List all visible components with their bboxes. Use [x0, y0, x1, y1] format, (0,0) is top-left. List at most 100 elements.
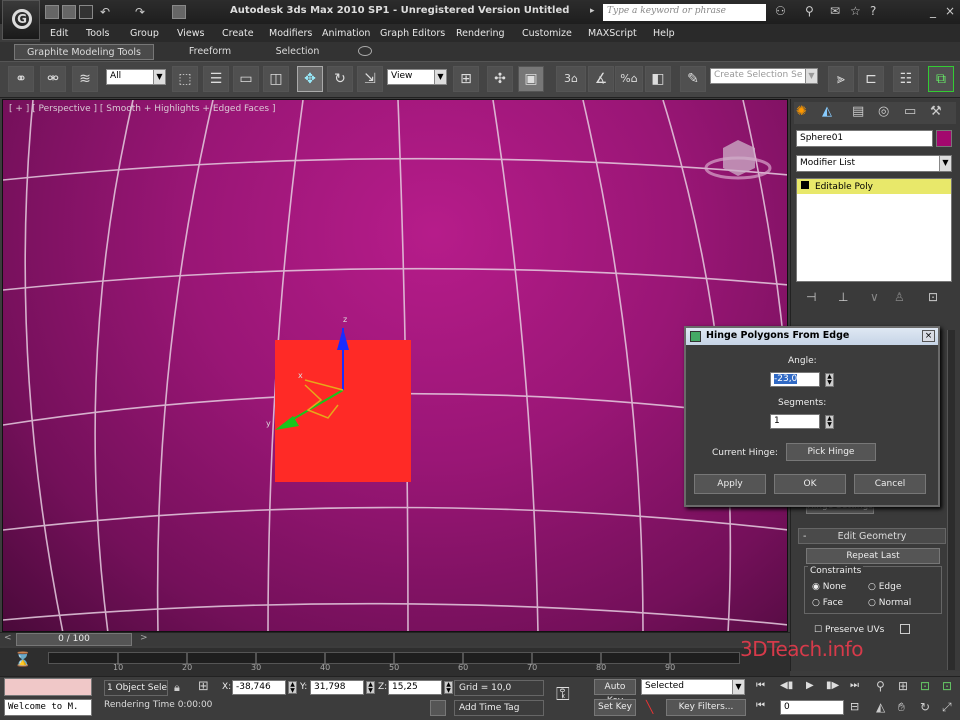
- menu-views[interactable]: Views: [177, 28, 205, 39]
- maximize-viewport-icon[interactable]: ⤢: [942, 700, 952, 715]
- graphite-toggle-icon[interactable]: ⧉: [928, 66, 954, 92]
- repeat-last-button[interactable]: Repeat Last: [806, 548, 940, 564]
- align-icon[interactable]: ⊏: [858, 66, 884, 92]
- key-mode-dropdown[interactable]: Selected ▼: [641, 679, 745, 695]
- layer-manager-icon[interactable]: ☷: [893, 66, 919, 92]
- menu-group[interactable]: Group: [130, 28, 159, 39]
- motion-tab-icon[interactable]: ◎: [878, 104, 889, 119]
- snaps-toggle-icon[interactable]: 3⌂: [556, 66, 586, 92]
- maxscript-mini-listener[interactable]: Welcome to M.: [4, 699, 92, 716]
- segments-spinner[interactable]: ▲ ▼: [825, 415, 834, 429]
- ok-button[interactable]: OK: [774, 474, 846, 494]
- redo-icon[interactable]: ↷: [135, 5, 149, 19]
- time-slider-next-icon[interactable]: >: [140, 633, 148, 643]
- key-filters-button[interactable]: Key Filters...: [666, 699, 746, 716]
- orbit-icon[interactable]: ↻: [920, 700, 930, 714]
- mirror-icon[interactable]: ⫸: [828, 66, 854, 92]
- constraint-normal-radio[interactable]: ○ Normal: [868, 598, 911, 608]
- modifier-list-dropdown[interactable]: Modifier List ▼: [796, 155, 952, 172]
- tab-graphite-modeling-tools[interactable]: Graphite Modeling Tools: [14, 44, 154, 60]
- select-object-icon[interactable]: ⬚: [172, 66, 198, 92]
- apply-button[interactable]: Apply: [694, 474, 766, 494]
- reference-coordinate-dropdown[interactable]: View ▼: [387, 69, 447, 85]
- curve-editor-icon[interactable]: ⌛: [14, 652, 31, 668]
- app-logo-button[interactable]: G: [2, 0, 40, 40]
- menu-edit[interactable]: Edit: [50, 28, 68, 39]
- unlink-icon[interactable]: ⚮: [40, 66, 66, 92]
- menu-customize[interactable]: Customize: [522, 28, 572, 39]
- preserve-uvs-checkbox[interactable]: ☐ Preserve UVs: [814, 625, 884, 635]
- info-center-icon[interactable]: ⚲: [805, 4, 819, 20]
- save-icon[interactable]: [79, 5, 93, 19]
- help-icon[interactable]: ?: [870, 4, 884, 20]
- undo-icon[interactable]: ↶: [100, 5, 114, 19]
- perspective-viewport[interactable]: z x y [ + ] [ Perspective ] [ Smooth + H…: [2, 99, 788, 632]
- open-file-icon[interactable]: [62, 5, 76, 19]
- keyboard-shortcut-override-icon[interactable]: ▣: [518, 66, 544, 92]
- set-key-mode-icon[interactable]: ⚿: [556, 684, 570, 705]
- communication-icon[interactable]: ✉: [830, 4, 844, 20]
- edit-named-selection-icon[interactable]: ✎: [680, 66, 706, 92]
- time-slider-prev-icon[interactable]: <: [4, 633, 12, 643]
- zoom-extents-all-icon[interactable]: ⊡: [942, 679, 952, 693]
- auto-key-button[interactable]: Auto Key: [594, 679, 636, 706]
- command-panel-scrollbar[interactable]: [947, 330, 955, 670]
- z-coord-spinner[interactable]: ▲ ▼: [444, 681, 453, 694]
- pivot-center-icon[interactable]: ⊞: [453, 66, 479, 92]
- x-coord-input[interactable]: -38,746: [232, 680, 286, 695]
- zoom-icon[interactable]: ⚲: [876, 679, 885, 693]
- cancel-button[interactable]: Cancel: [854, 474, 926, 494]
- viewport-label[interactable]: [ + ] [ Perspective ] [ Smooth + Highlig…: [9, 104, 275, 114]
- angle-spinner[interactable]: ▲ ▼: [825, 373, 834, 387]
- select-and-move-icon[interactable]: ✥: [297, 66, 323, 92]
- next-frame-icon[interactable]: ▮▶: [826, 680, 839, 691]
- hierarchy-tab-icon[interactable]: ▤: [852, 104, 864, 119]
- current-frame-input[interactable]: 0: [780, 700, 844, 715]
- make-unique-icon[interactable]: ∨: [870, 290, 879, 304]
- select-and-rotate-icon[interactable]: ↻: [327, 66, 353, 92]
- stack-item-editable-poly[interactable]: Editable Poly: [797, 179, 951, 194]
- constraint-face-radio[interactable]: ○ Face: [812, 598, 843, 608]
- edit-geometry-rollout[interactable]: - Edit Geometry: [798, 528, 946, 544]
- field-of-view-icon[interactable]: ◭: [876, 700, 885, 714]
- rectangular-selection-icon[interactable]: ▭: [233, 66, 259, 92]
- menu-help[interactable]: Help: [653, 28, 675, 39]
- pan-icon[interactable]: ✋︎: [898, 700, 905, 715]
- menu-modifiers[interactable]: Modifiers: [269, 28, 312, 39]
- selection-lock-icon[interactable]: 🔒︎: [174, 681, 180, 695]
- add-time-tag[interactable]: Add Time Tag: [454, 700, 544, 716]
- window-crossing-icon[interactable]: ◫: [263, 66, 289, 92]
- display-tab-icon[interactable]: ▭: [904, 104, 916, 119]
- tab-freeform[interactable]: Freeform: [165, 44, 255, 60]
- pick-hinge-button[interactable]: Pick Hinge: [786, 443, 876, 461]
- select-and-scale-icon[interactable]: ⇲: [357, 66, 383, 92]
- time-config-icon[interactable]: ⊟: [850, 700, 859, 713]
- menu-maxscript[interactable]: MAXScript: [588, 28, 637, 39]
- dialog-close-button[interactable]: ×: [922, 330, 935, 342]
- favorites-icon[interactable]: ☆: [850, 4, 864, 20]
- remove-modifier-icon[interactable]: ♙: [894, 290, 905, 304]
- show-end-result-icon[interactable]: ⊥: [838, 290, 848, 304]
- angle-input[interactable]: -23,0: [770, 372, 820, 387]
- zoom-all-icon[interactable]: ⊞: [898, 679, 908, 693]
- menu-animation[interactable]: Animation: [322, 28, 370, 39]
- named-selection-input[interactable]: Create Selection Se ▼: [710, 68, 818, 84]
- bind-space-warp-icon[interactable]: ≋: [72, 66, 98, 92]
- search-arrow-icon[interactable]: ▸: [590, 6, 595, 16]
- goto-end-icon[interactable]: ⏭: [850, 680, 859, 691]
- percent-snap-icon[interactable]: %⌂: [615, 66, 643, 92]
- play-icon[interactable]: ▶: [806, 680, 814, 691]
- goto-start-icon[interactable]: ⏮: [756, 680, 765, 691]
- preserve-uvs-settings-icon[interactable]: [900, 624, 910, 634]
- segments-input[interactable]: 1: [770, 414, 820, 429]
- selection-filter-dropdown[interactable]: All ▼: [106, 69, 166, 85]
- modifier-stack[interactable]: Editable Poly: [796, 178, 952, 282]
- angle-snap-icon[interactable]: ∡: [588, 66, 614, 92]
- x-coord-spinner[interactable]: ▲ ▼: [288, 681, 297, 694]
- project-folder-icon[interactable]: [172, 5, 186, 19]
- ribbon-toggle-icon[interactable]: [358, 46, 372, 56]
- move-gizmo[interactable]: z x y: [3, 100, 788, 632]
- search-input[interactable]: Type a keyword or phrase: [603, 4, 766, 21]
- key-mode-toggle-icon[interactable]: ⏮: [756, 700, 765, 711]
- y-coord-input[interactable]: 31,798: [310, 680, 364, 695]
